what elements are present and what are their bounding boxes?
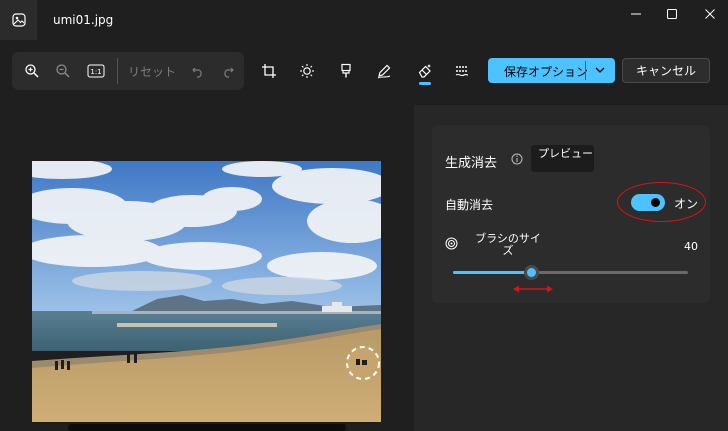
redo-icon[interactable] [218, 62, 238, 80]
svg-text:1:1: 1:1 [90, 68, 101, 76]
undo-icon[interactable] [188, 62, 208, 80]
photo-image[interactable] [32, 161, 381, 422]
annotation-double-arrow [513, 285, 553, 293]
toolbar-divider [117, 58, 118, 84]
brush-size-slider-thumb[interactable] [524, 265, 539, 280]
save-button-divider [585, 61, 586, 80]
info-icon[interactable] [511, 153, 523, 165]
markup-pen-icon[interactable] [374, 62, 394, 80]
crop-icon[interactable] [259, 62, 279, 80]
brush-size-label: ブラシのサイズ [475, 232, 541, 257]
file-name-title: umi01.jpg [53, 13, 114, 27]
brush-size-icon [445, 237, 458, 250]
reset-button[interactable]: リセット [128, 63, 176, 80]
cancel-button[interactable]: キャンセル [622, 58, 710, 83]
photos-app-icon [0, 0, 37, 40]
brush-size-value: 40 [684, 240, 698, 253]
erase-icon[interactable] [415, 62, 435, 80]
canvas-scrollbar[interactable] [68, 424, 346, 431]
adjust-brightness-icon[interactable] [297, 62, 317, 80]
preview-badge: プレビュー [531, 145, 594, 172]
active-tool-indicator [419, 82, 431, 85]
filter-icon[interactable] [336, 62, 356, 80]
brush-size-slider-fill [453, 271, 531, 274]
zoom-out-icon[interactable] [53, 62, 73, 80]
save-options-label: 保存オプション [504, 65, 589, 79]
annotation-circle [617, 182, 706, 222]
chevron-down-icon[interactable] [594, 64, 606, 76]
save-options-button[interactable]: 保存オプション [488, 58, 615, 83]
actual-size-button[interactable]: 1:1 [85, 62, 107, 80]
background-blur-icon[interactable] [452, 62, 472, 80]
close-window-button[interactable] [692, 0, 728, 28]
panel-title: 生成消去 [445, 156, 498, 171]
maximize-button[interactable] [654, 0, 690, 28]
minimize-button[interactable] [618, 0, 654, 28]
auto-erase-label: 自動消去 [445, 198, 494, 212]
zoom-in-icon[interactable] [22, 62, 42, 80]
